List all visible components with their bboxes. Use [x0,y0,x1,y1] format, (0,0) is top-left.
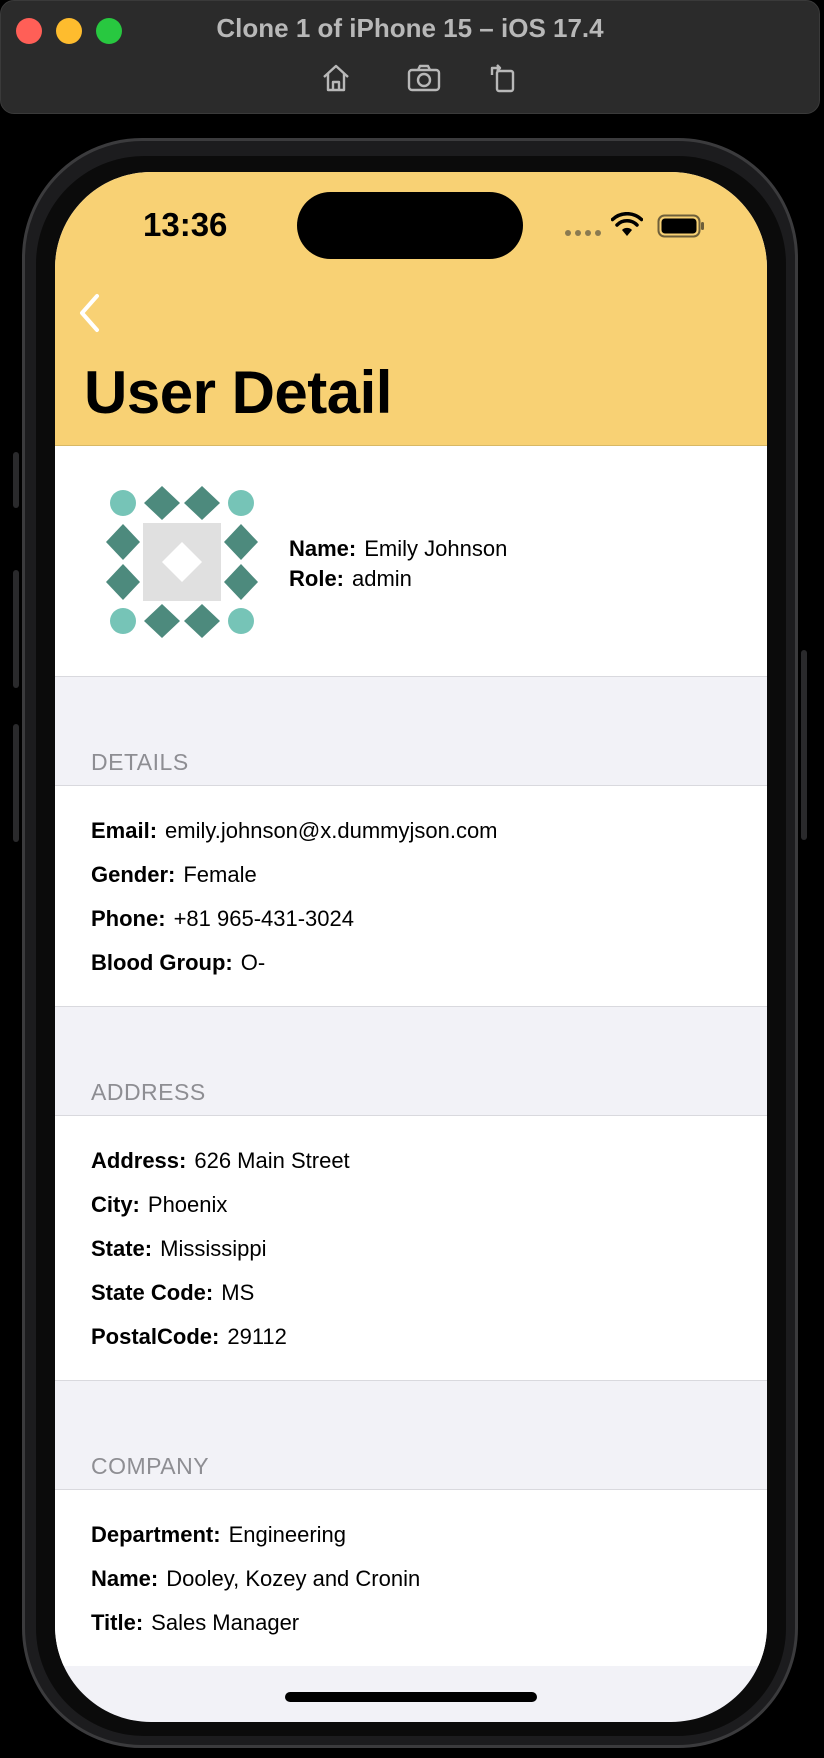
list-item: Department: Engineering [91,1520,731,1550]
field-value: Dooley, Kozey and Cronin [166,1566,421,1591]
device-side-button [801,650,807,840]
field-value: 626 Main Street [194,1148,350,1173]
list-item: Phone: +81 965-431-3024 [91,904,731,934]
section-spacer [55,1381,767,1453]
field-label: Name: [91,1566,159,1591]
navigation-bar: 13:36 User Detail [55,172,767,446]
field-label: Name: [289,536,357,561]
phone-screen: 13:36 User Detail Name: Emily Johnson Ro… [55,172,767,1722]
field-label: Blood Group: [91,950,233,975]
field-label: PostalCode: [91,1324,220,1349]
field-label: Phone: [91,906,166,931]
field-value: Mississippi [160,1236,267,1261]
screenshot-icon[interactable] [407,61,441,95]
wifi-icon [611,212,643,236]
chevron-left-icon [80,294,99,332]
section-spacer [55,677,767,749]
details-card: Email: emily.johnson@x.dummyjson.com Gend… [55,786,767,1006]
home-indicator[interactable] [285,1692,537,1702]
cellular-signal-icon [565,230,601,236]
field-label: Department: [91,1522,221,1547]
profile-role-row: Role: admin [289,564,507,594]
dynamic-island [297,192,523,259]
list-item: PostalCode: 29112 [91,1322,731,1352]
address-card: Address: 626 Main Street City: Phoenix Sta… [55,1116,767,1380]
section-header-address: ADDRESS [55,1079,767,1115]
list-item: City: Phoenix [91,1190,731,1220]
profile-info: Name: Emily Johnson Role: admin [289,534,507,594]
section-spacer [55,1007,767,1079]
field-value: emily.johnson@x.dummyjson.com [165,818,498,843]
device-side-button [13,570,19,688]
detail-list: Name: Emily Johnson Role: admin DETAILS … [55,446,767,1666]
field-value: Female [183,862,257,887]
field-value: 29112 [227,1324,287,1349]
field-value: Sales Manager [151,1610,300,1635]
field-label: Address: [91,1148,187,1173]
field-value: +81 965-431-3024 [173,906,354,931]
list-item: Blood Group: O- [91,948,731,978]
status-time: 13:36 [143,206,228,243]
user-name: Emily Johnson [364,536,508,561]
window-title: Clone 1 of iPhone 15 – iOS 17.4 [216,13,604,43]
field-label: Role: [289,566,344,591]
list-item: Name: Dooley, Kozey and Cronin [91,1564,731,1594]
user-role: admin [352,566,412,591]
list-item: State: Mississippi [91,1234,731,1264]
identicon-avatar [106,486,258,638]
list-item: Title: Sales Manager [91,1608,731,1638]
field-value: O- [240,950,266,975]
profile-name-row: Name: Emily Johnson [289,534,507,564]
device-side-button [13,452,19,508]
page-title: User Detail [84,359,392,426]
field-value: Phoenix [147,1192,228,1217]
profile-card: Name: Emily Johnson Role: admin [55,446,767,676]
field-label: State Code: [91,1280,214,1305]
back-button[interactable] [69,288,109,338]
list-item: Gender: Female [91,860,731,890]
section-header-details: DETAILS [55,749,767,785]
field-value: Engineering [228,1522,347,1547]
rotate-icon[interactable] [486,61,520,95]
list-item: Email: emily.johnson@x.dummyjson.com [91,816,731,846]
device-side-button [13,724,19,842]
field-label: Title: [91,1610,144,1635]
section-header-company: COMPANY [55,1453,767,1489]
simulator-titlebar: Clone 1 of iPhone 15 – iOS 17.4 [0,0,820,114]
company-card: Department: Engineering Name: Dooley, Koze… [55,1490,767,1666]
field-label: State: [91,1236,153,1261]
field-label: Gender: [91,862,176,887]
home-icon[interactable] [319,61,353,95]
battery-icon [657,214,704,238]
field-label: City: [91,1192,140,1217]
list-item: State Code: MS [91,1278,731,1308]
list-item: Address: 626 Main Street [91,1146,731,1176]
field-label: Email: [91,818,158,843]
field-value: MS [221,1280,255,1305]
